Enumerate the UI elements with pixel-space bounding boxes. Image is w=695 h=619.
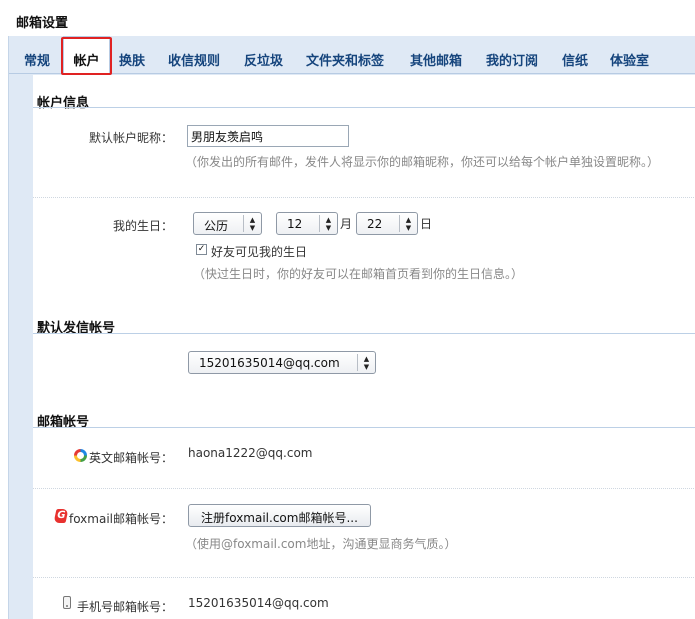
tab-general[interactable]: 常规	[24, 50, 50, 69]
checkmark-icon: ✓	[197, 244, 206, 254]
default-sender-value: 15201635014@qq.com	[199, 356, 340, 370]
tab-lab[interactable]: 体验室	[610, 50, 649, 69]
birth-month-value: 12	[287, 217, 303, 231]
tab-subscriptions[interactable]: 我的订阅	[486, 50, 538, 69]
tab-stationery[interactable]: 信纸	[562, 50, 588, 69]
nickname-label: 默认帐户昵称：	[88, 131, 173, 145]
tab-anti-spam[interactable]: 反垃圾	[244, 50, 283, 69]
day-unit-label: 日	[420, 217, 433, 231]
default-sender-select[interactable]: 15201635014@qq.com ▲ ▼	[188, 351, 376, 374]
section-divider	[33, 107, 695, 108]
birth-day-value: 22	[367, 217, 383, 231]
account-settings-content: 帐户信息 默认帐户昵称： （你发出的所有邮件，发件人将显示你的邮箱昵称，你还可以…	[33, 75, 695, 619]
foxmail-account-label: foxmail邮箱帐号：	[68, 512, 173, 526]
tab-bar: 常规 帐户 换肤 收信规则 反垃圾 文件夹和标签 其他邮箱 我的订阅 信纸 体验…	[9, 36, 695, 75]
row-separator	[33, 488, 695, 489]
english-account-value: haona1222@qq.com	[188, 446, 313, 460]
nickname-input[interactable]	[187, 125, 349, 147]
mobile-account-value: 15201635014@qq.com	[188, 596, 329, 610]
birthday-hint: （快过生日时，你的好友可以在邮箱首页看到你的生日信息。）	[193, 267, 524, 281]
dropdown-arrow-icon: ▲ ▼	[357, 354, 375, 371]
calendar-type-value: 公历	[204, 219, 229, 233]
section-divider	[33, 427, 695, 428]
settings-panel: 常规 帐户 换肤 收信规则 反垃圾 文件夹和标签 其他邮箱 我的订阅 信纸 体验…	[8, 36, 695, 619]
tab-folders-labels[interactable]: 文件夹和标签	[306, 50, 384, 69]
row-separator	[33, 577, 695, 578]
tab-receive-rules[interactable]: 收信规则	[168, 50, 220, 69]
month-unit-label: 月	[340, 217, 353, 231]
tab-account[interactable]: 帐户	[63, 36, 110, 75]
nickname-hint: （你发出的所有邮件，发件人将显示你的邮箱昵称，你还可以给每个帐户单独设置昵称。）	[185, 155, 660, 169]
mobile-account-label: 手机号邮箱帐号：	[76, 600, 173, 614]
tab-skin[interactable]: 换肤	[119, 50, 145, 69]
section-title-account-info: 帐户信息	[37, 96, 90, 111]
foxmail-hint: （使用@foxmail.com地址，沟通更显商务气质。）	[185, 537, 457, 551]
tab-other-mailboxes[interactable]: 其他邮箱	[410, 50, 462, 69]
dropdown-arrow-icon: ▲ ▼	[243, 215, 261, 232]
birth-month-select[interactable]: 12 ▲ ▼	[276, 212, 338, 235]
birthday-visible-checkbox[interactable]: ✓	[196, 244, 207, 255]
row-separator	[33, 197, 695, 198]
section-divider	[33, 333, 695, 334]
dropdown-arrow-icon: ▲ ▼	[319, 215, 337, 232]
birthday-label: 我的生日：	[112, 219, 173, 233]
register-foxmail-button[interactable]: 注册foxmail.com邮箱帐号...	[188, 504, 371, 527]
birthday-visible-label[interactable]: 好友可见我的生日	[211, 243, 307, 260]
english-account-label: 英文邮箱帐号：	[88, 451, 173, 465]
dropdown-arrow-icon: ▲ ▼	[399, 215, 417, 232]
page-title: 邮箱设置	[16, 16, 69, 31]
calendar-type-select[interactable]: 公历 ▲ ▼	[193, 212, 262, 235]
birth-day-select[interactable]: 22 ▲ ▼	[356, 212, 418, 235]
